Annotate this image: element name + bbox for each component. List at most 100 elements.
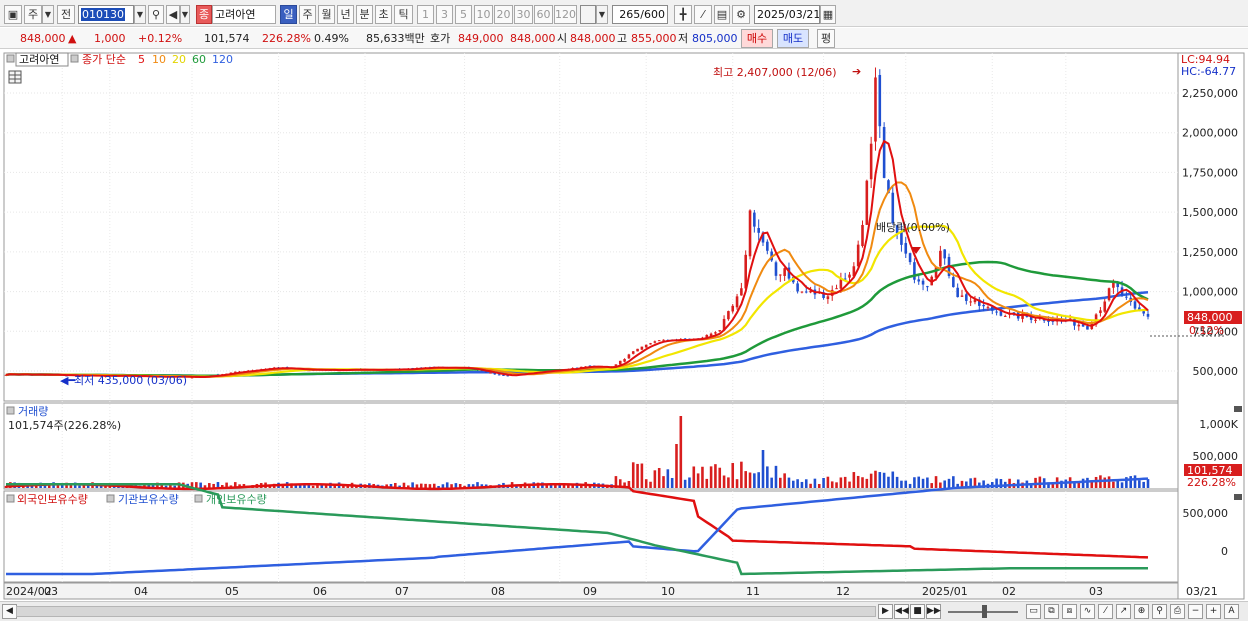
interval-60-button[interactable]: 60 bbox=[534, 5, 553, 24]
ma-legend-label[interactable]: 종가 단순 bbox=[82, 53, 126, 66]
period-month-button[interactable]: 월 bbox=[318, 5, 335, 24]
stock-code-input[interactable]: 010130 bbox=[78, 5, 134, 24]
fast-forward-icon[interactable]: ▶▶ bbox=[926, 604, 941, 619]
ma120-legend[interactable]: 120 bbox=[212, 53, 233, 66]
ma60-legend[interactable]: 60 bbox=[192, 53, 206, 66]
buy-button[interactable]: 매수 bbox=[741, 29, 773, 48]
search-icon[interactable]: ⚲ bbox=[148, 5, 164, 24]
volume-bar bbox=[1138, 480, 1141, 488]
ma10-legend[interactable]: 10 bbox=[152, 53, 166, 66]
volume-bar bbox=[774, 465, 778, 488]
volume-bar bbox=[787, 477, 791, 488]
gear-icon[interactable]: ⚙ bbox=[732, 5, 750, 24]
period-second-button[interactable]: 초 bbox=[375, 5, 392, 24]
speaker-dropdown-icon[interactable]: ▼ bbox=[180, 5, 190, 24]
market-type-button[interactable]: 주 bbox=[24, 5, 42, 24]
period-day-button[interactable]: 일 bbox=[280, 5, 297, 24]
market-type-dropdown-icon[interactable]: ▼ bbox=[42, 5, 54, 24]
candle-body bbox=[869, 143, 873, 180]
institution-legend[interactable]: 기관보유수량 bbox=[118, 493, 179, 506]
foreign-legend[interactable]: 외국인보유수량 bbox=[17, 493, 88, 506]
minus-icon[interactable]: − bbox=[1188, 604, 1203, 619]
holding-pane-close-icon[interactable] bbox=[1234, 494, 1242, 500]
evaluate-button[interactable]: 평 bbox=[817, 29, 835, 48]
volume-title[interactable]: 거래량 bbox=[18, 405, 48, 418]
scroll-left-icon[interactable]: ◀ bbox=[2, 604, 17, 619]
save-icon[interactable]: ▤ bbox=[714, 5, 730, 24]
candle-type-icon[interactable]: ╋ bbox=[674, 5, 692, 24]
volume-bar bbox=[779, 477, 782, 488]
interval-dropdown-icon[interactable]: ▼ bbox=[596, 5, 608, 24]
magnify-icon[interactable]: ⚲ bbox=[1152, 604, 1167, 619]
compare-icon[interactable]: ⧈ bbox=[1062, 604, 1077, 619]
chart-canvas[interactable]: 2,250,000 2,000,000 1,750,000 1,500,000 1,25… bbox=[0, 50, 1248, 600]
stock-code-dropdown-icon[interactable]: ▼ bbox=[134, 5, 146, 24]
x-axis-label: 03 bbox=[1089, 585, 1103, 598]
chart-area[interactable]: 2,250,000 2,000,000 1,750,000 1,500,000 1,25… bbox=[0, 50, 1248, 600]
prev-button[interactable]: 전 bbox=[57, 5, 75, 24]
interval-30-button[interactable]: 30 bbox=[514, 5, 533, 24]
calendar-icon[interactable]: ▦ bbox=[820, 5, 836, 24]
volume-bar bbox=[1081, 478, 1085, 488]
print-icon[interactable]: ⎙ bbox=[1170, 604, 1185, 619]
volume-bar bbox=[709, 466, 713, 488]
speaker-icon[interactable]: ◀ bbox=[166, 5, 180, 24]
stop-icon[interactable]: ■ bbox=[910, 604, 925, 619]
volume-bar bbox=[692, 466, 696, 488]
candle-body bbox=[623, 359, 626, 362]
text-tool-icon[interactable]: A bbox=[1224, 604, 1239, 619]
volume-bar bbox=[441, 484, 445, 488]
volume-bar bbox=[78, 485, 81, 488]
volume-pane-close-icon[interactable] bbox=[1234, 406, 1242, 412]
volume-bar bbox=[856, 475, 860, 488]
x-axis-label: 02 bbox=[1002, 585, 1016, 598]
volume-bar bbox=[631, 462, 635, 488]
interval-custom-input[interactable] bbox=[580, 5, 596, 24]
main-toolbar: ▣ 주 ▼ 전 010130 ▼ ⚲ ◀ ▼ 종 고려아연 일 주 월 년 분 … bbox=[0, 0, 1248, 27]
candle-body bbox=[748, 210, 752, 257]
plus-icon[interactable]: + bbox=[1206, 604, 1221, 619]
individual-legend[interactable]: 개인보유수량 bbox=[206, 493, 267, 506]
date-input[interactable]: 2025/03/21 bbox=[754, 5, 820, 24]
period-year-button[interactable]: 년 bbox=[337, 5, 354, 24]
candle-body bbox=[1107, 288, 1111, 301]
measure-icon[interactable]: ↗ bbox=[1116, 604, 1131, 619]
period-minute-button[interactable]: 분 bbox=[356, 5, 373, 24]
period-week-button[interactable]: 주 bbox=[299, 5, 316, 24]
chart-menu-icon[interactable]: ▣ bbox=[4, 5, 22, 24]
copy-icon[interactable]: ⧉ bbox=[1044, 604, 1059, 619]
zoom-area-icon[interactable]: ⊕ bbox=[1134, 604, 1149, 619]
interval-3-button[interactable]: 3 bbox=[436, 5, 453, 24]
price-info-bar: 848,000 ▲ 1,000 +0.12% 101,574 226.28% 0… bbox=[0, 28, 1248, 49]
price-y-tick: 500,000 bbox=[1193, 365, 1239, 378]
volume-bar bbox=[939, 482, 942, 488]
ma20-legend[interactable]: 20 bbox=[172, 53, 186, 66]
data-count-input[interactable]: 265/600 bbox=[612, 5, 668, 24]
volume-bar bbox=[1008, 478, 1011, 488]
ma5-legend[interactable]: 5 bbox=[138, 53, 145, 66]
volume-bar bbox=[683, 479, 687, 488]
interval-10-button[interactable]: 10 bbox=[474, 5, 493, 24]
candle-body bbox=[878, 74, 882, 127]
layout-icon[interactable]: ▭ bbox=[1026, 604, 1041, 619]
draw-tool-icon[interactable]: ⁄ bbox=[694, 5, 712, 24]
stock-chart-window: ▣ 주 ▼ 전 010130 ▼ ⚲ ◀ ▼ 종 고려아연 일 주 월 년 분 … bbox=[0, 0, 1248, 621]
line-tool-icon[interactable]: ⁄ bbox=[1098, 604, 1113, 619]
candle-body bbox=[649, 343, 652, 345]
zoom-slider-handle[interactable] bbox=[982, 605, 987, 618]
bottom-scrollbar[interactable]: ◀ ▶ ◀◀ ■ ▶▶ ▭ ⧉ ⧈ ∿ ⁄ ↗ ⊕ ⚲ ⎙ − + A bbox=[0, 601, 1248, 621]
sell-button[interactable]: 매도 bbox=[777, 29, 809, 48]
interval-1-button[interactable]: 1 bbox=[417, 5, 434, 24]
scroll-right-icon[interactable]: ▶ bbox=[878, 604, 893, 619]
volume-bar bbox=[904, 480, 908, 488]
volume-bar bbox=[649, 481, 652, 488]
interval-5-button[interactable]: 5 bbox=[455, 5, 472, 24]
interval-120-button[interactable]: 120 bbox=[554, 5, 577, 24]
volume-bar bbox=[640, 463, 644, 488]
period-tick-button[interactable]: 틱 bbox=[394, 5, 413, 24]
scroll-thumb[interactable] bbox=[16, 606, 876, 617]
interval-20-button[interactable]: 20 bbox=[494, 5, 513, 24]
rewind-icon[interactable]: ◀◀ bbox=[894, 604, 909, 619]
candle-body bbox=[627, 354, 631, 359]
trend-icon[interactable]: ∿ bbox=[1080, 604, 1095, 619]
